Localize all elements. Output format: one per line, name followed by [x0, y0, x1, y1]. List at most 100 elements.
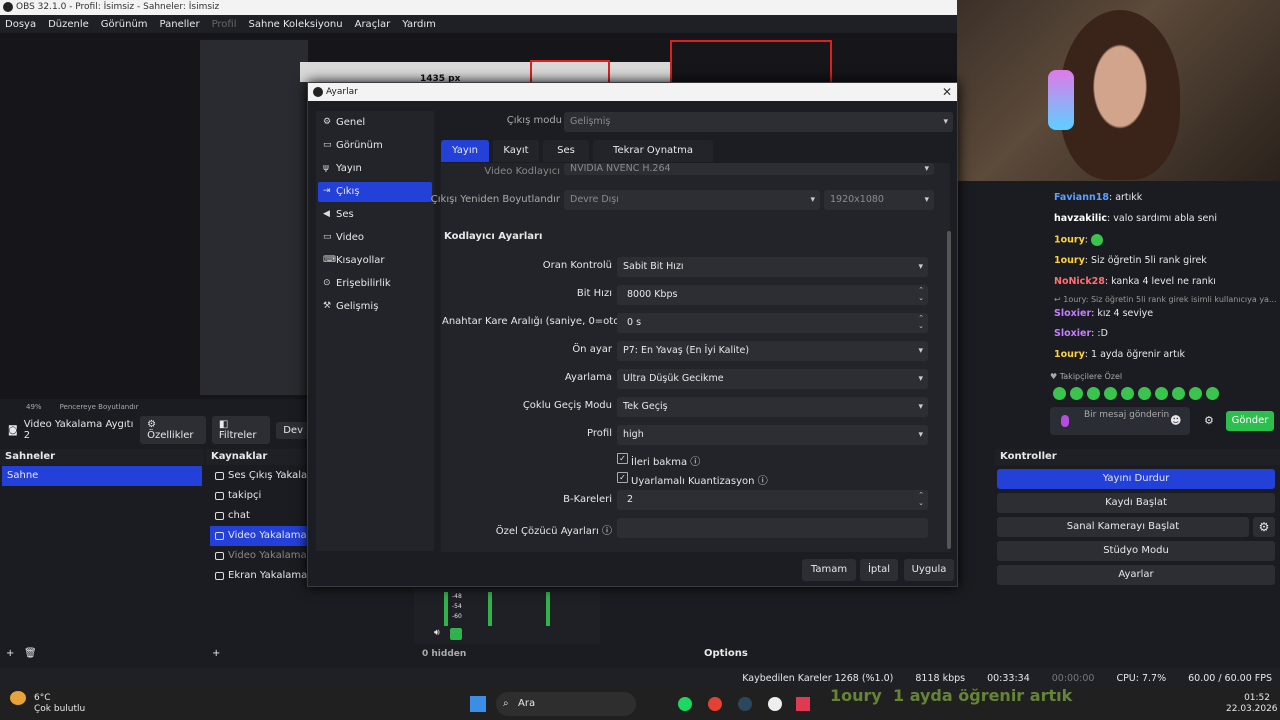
sidebar-item-audio[interactable]: ◀ Ses [318, 205, 432, 225]
source-item[interactable]: chat [210, 506, 310, 526]
emote-icon[interactable] [1138, 387, 1151, 400]
zoom-level[interactable]: 49% [26, 403, 42, 411]
menu-file[interactable]: Dosya [5, 19, 36, 30]
chat-user[interactable]: 1oury [1054, 349, 1085, 360]
menu-view[interactable]: Görünüm [101, 19, 148, 30]
tab-stream[interactable]: Yayın [441, 140, 489, 162]
deactivate-button[interactable]: Dev [276, 421, 310, 439]
source-item[interactable]: Video Yakalama Aygıtı [210, 526, 310, 546]
output-mode-select[interactable]: Gelişmiş [564, 112, 953, 132]
sidebar-item-general[interactable]: ⚙ Genel [318, 113, 432, 133]
apply-button[interactable]: Uygula [904, 559, 954, 581]
sidebar-item-accessibility[interactable]: ⊙ Erişebilirlik [318, 274, 432, 294]
clock[interactable]: 01:52 22.03.2026 [1226, 693, 1278, 715]
tab-recording[interactable]: Kayıt [493, 140, 539, 162]
rate-control-select[interactable]: Sabit Bit Hızı [617, 257, 928, 277]
sidebar-item-advanced[interactable]: ⚒ Gelişmiş [318, 297, 432, 317]
add-scene-icon[interactable]: + [6, 648, 14, 659]
emote-icon[interactable] [1053, 387, 1066, 400]
chrome-icon[interactable] [708, 697, 722, 711]
chat-user[interactable]: 1oury [1054, 255, 1085, 266]
settings-button[interactable]: Ayarlar [997, 565, 1275, 585]
start-virtual-camera-button[interactable]: Sanal Kamerayı Başlat [997, 517, 1249, 537]
help-icon[interactable]: ⓘ [758, 476, 768, 487]
source-item[interactable]: takipçi [210, 486, 310, 506]
steam-icon[interactable] [738, 697, 752, 711]
speaker-icon[interactable]: 🔊︎ [434, 628, 440, 638]
profile-select[interactable]: high [617, 425, 928, 445]
emote-icon[interactable] [1155, 387, 1168, 400]
help-icon[interactable]: ⓘ [690, 457, 700, 468]
menu-edit[interactable]: Düzenle [48, 19, 89, 30]
emote-icon[interactable] [1087, 387, 1100, 400]
obs-icon[interactable] [768, 697, 782, 711]
chat-user[interactable]: Faviann18 [1054, 192, 1109, 203]
options-menu[interactable]: Options [704, 648, 748, 659]
ok-button[interactable]: Tamam [802, 559, 856, 581]
emote-icon[interactable] [1121, 387, 1134, 400]
add-source-icon[interactable]: + [212, 648, 220, 659]
emote-icon[interactable] [1104, 387, 1117, 400]
emote-icon[interactable] [1206, 387, 1219, 400]
rescale-select[interactable]: Devre Dışı [564, 190, 820, 210]
keyframe-interval-spinbox[interactable]: 0 s [617, 313, 928, 333]
menu-scene-collection[interactable]: Sahne Koleksiyonu [249, 19, 343, 30]
preset-select[interactable]: P7: En Yavaş (En İyi Kalite) [617, 341, 928, 361]
studio-mode-button[interactable]: Stüdyo Modu [997, 541, 1275, 561]
sidebar-label: Çıkış [336, 186, 360, 197]
start-recording-button[interactable]: Kaydı Başlat [997, 493, 1275, 513]
headphones-icon[interactable] [450, 628, 462, 640]
adaptive-quantization-checkbox[interactable]: Uyarlamalı Kuantizasyon ⓘ [617, 472, 768, 487]
sidebar-item-video[interactable]: ▭ Video [318, 228, 432, 248]
volume-meter [488, 592, 492, 626]
spotify-icon[interactable] [678, 697, 692, 711]
taskbar-search[interactable]: Ara [496, 692, 636, 716]
bitrate-spinbox[interactable]: 8000 Kbps [617, 285, 928, 305]
stop-streaming-button[interactable]: Yayını Durdur [997, 469, 1275, 489]
cancel-button[interactable]: İptal [860, 559, 898, 581]
tab-replay-buffer[interactable]: Tekrar Oynatma Arabelleği [593, 140, 713, 178]
send-button[interactable]: Gönder [1226, 411, 1274, 431]
emote-icon[interactable] [1189, 387, 1202, 400]
tab-audio[interactable]: Ses [543, 140, 589, 162]
chat-user[interactable]: NoNick28 [1054, 276, 1105, 287]
emoji-icon[interactable]: ☻ [1170, 414, 1181, 427]
help-icon[interactable]: ⓘ [602, 526, 612, 537]
chat-user[interactable]: Sloxier [1054, 308, 1091, 319]
source-item[interactable]: Video Yakalama Aygıtı [210, 546, 310, 566]
close-icon[interactable]: ✕ [942, 83, 952, 101]
gear-icon[interactable]: ⚙ [1204, 414, 1214, 427]
windows-start-icon[interactable] [470, 696, 486, 712]
chat-user[interactable]: Sloxier [1054, 328, 1091, 339]
properties-button[interactable]: ⚙ Özellikler [140, 416, 206, 444]
weather-widget[interactable]: 6°C Çok bulutlu [34, 693, 85, 715]
chat-user[interactable]: havzakilic [1054, 213, 1107, 224]
source-item[interactable]: Ses Çıkış Yakalayıcısı [210, 466, 310, 486]
sidebar-item-appearance[interactable]: ▭ Görünüm [318, 136, 432, 156]
encoder-select[interactable]: NVIDIA NVENC H.264 [564, 163, 934, 175]
emote-icon[interactable] [1172, 387, 1185, 400]
filters-button[interactable]: ◧ Filtreler [211, 416, 271, 444]
chat-user[interactable]: 1oury [1054, 235, 1085, 246]
mic-icon[interactable] [1061, 415, 1069, 427]
chat-message-input[interactable]: Bir mesaj gönderin [1050, 407, 1190, 435]
tuning-select[interactable]: Ultra Düşük Gecikme [617, 369, 928, 389]
multipass-select[interactable]: Tek Geçiş [617, 397, 928, 417]
source-item[interactable]: Ekran Yakalama [210, 566, 310, 586]
custom-encoder-options-input[interactable] [617, 518, 928, 538]
trash-icon[interactable]: 🗑︎ [24, 648, 37, 659]
preset-label: Ön ayar [572, 344, 612, 355]
menu-docks[interactable]: Paneller [160, 19, 200, 30]
scene-item[interactable]: Sahne [2, 466, 202, 486]
emote-icon[interactable] [1070, 387, 1083, 400]
valorant-icon[interactable] [796, 697, 810, 711]
rescale-resolution-select[interactable]: 1920x1080 [824, 190, 934, 210]
panel-scrollbar[interactable] [947, 231, 951, 549]
lookahead-checkbox[interactable]: İleri bakma ⓘ [617, 453, 700, 468]
bframes-spinbox[interactable]: 2 [617, 490, 928, 510]
zoom-fit[interactable]: Pencereye Boyutlandır [60, 403, 139, 411]
menu-tools[interactable]: Araçlar [355, 19, 391, 30]
menu-help[interactable]: Yardım [402, 19, 436, 30]
gear-icon[interactable]: ⚙ [1253, 517, 1275, 537]
sidebar-item-hotkeys[interactable]: ⌨ Kısayollar [318, 251, 432, 271]
